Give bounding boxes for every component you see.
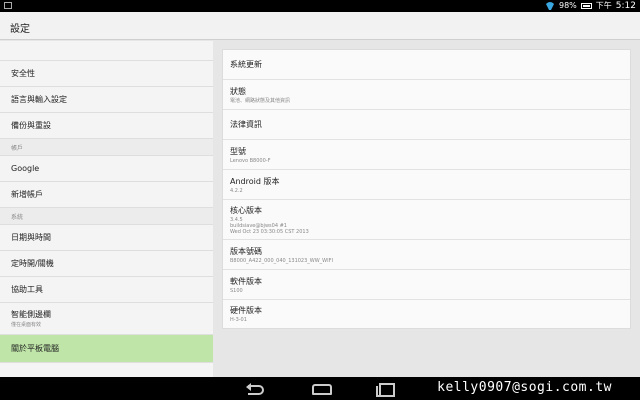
battery-percent: 98% [559,1,577,10]
item-summary: Lenovo B8000-F [230,157,271,164]
battery-icon [580,3,592,9]
about-item-hardware-version: 硬件版本 H-3-01 [223,300,630,328]
home-icon[interactable] [310,381,332,395]
about-item-software-version: 軟件版本 S100 [223,270,630,300]
wifi-icon [545,2,555,10]
item-label: Google [11,164,40,173]
item-summary: H-3-01 [230,317,247,323]
settings-item-partial[interactable] [0,41,213,61]
item-title: Android 版本 [230,176,280,186]
item-title: 軟件版本 [230,276,262,286]
item-label: 協助工具 [11,285,43,294]
settings-item-accessibility[interactable]: 協助工具 [0,277,213,303]
item-title: 硬件版本 [230,306,262,315]
item-title: 版本號碼 [230,246,262,256]
item-title: 型號 [230,146,246,156]
screenshot-notification-icon [4,2,12,9]
item-summary: S100 [230,287,243,294]
item-label: 智能側邊欄 [11,310,51,319]
settings-item-google[interactable]: Google [0,156,213,182]
about-tablet-panel: 系統更新 狀態 電池、網路狀態及其他資訊 法律資訊 型號 Lenovo B800… [222,49,631,329]
settings-item-smart-sidebar[interactable]: 智能側邊欄 僅在桌面有效 [0,303,213,335]
watermark: kelly0907@sogi.com.tw [437,380,612,395]
about-item-legal[interactable]: 法律資訊 [223,110,630,140]
settings-item-backup-reset[interactable]: 備份與重設 [0,113,213,139]
item-label: 日期與時間 [11,233,51,242]
item-sublabel: 僅在桌面有效 [11,322,42,328]
status-right: 98% 下午 5:12 [545,0,636,12]
item-title: 核心版本 [230,205,262,215]
section-header-accounts: 帳戶 [0,139,213,156]
clock: 5:12 [615,1,636,11]
settings-item-language-input[interactable]: 語言與輸入設定 [0,87,213,113]
about-item-status[interactable]: 狀態 電池、網路狀態及其他資訊 [223,80,630,110]
item-title: 法律資訊 [230,120,262,129]
item-label: 安全性 [11,69,35,78]
item-summary: 電池、網路狀態及其他資訊 [230,97,291,104]
item-title: 系統更新 [230,60,262,69]
about-item-build-number[interactable]: 版本號碼 B8000_A422_000_040_131023_WW_WIFI [223,240,630,270]
item-label: 關於平板電腦 [11,344,59,353]
about-item-android-version[interactable]: Android 版本 4.2.2 [223,170,630,200]
about-item-system-update[interactable]: 系統更新 [223,50,630,80]
item-label: 定時開/關機 [11,259,54,268]
action-bar: 設定 [0,12,640,40]
settings-item-security[interactable]: 安全性 [0,61,213,87]
item-summary: 4.2.2 [230,187,243,194]
status-bar: 98% 下午 5:12 [0,0,640,12]
settings-item-about-tablet[interactable]: 關於平板電腦 [0,335,213,363]
settings-list: 安全性 語言與輸入設定 備份與重設 帳戶 Google 新增帳戶 系統 日期與時… [0,41,213,377]
about-item-kernel-version: 核心版本 3.4.5 buildsiave@bjws04 #1 Wed Oct … [223,200,630,240]
settings-item-scheduled-power[interactable]: 定時開/關機 [0,251,213,277]
about-item-model: 型號 Lenovo B8000-F [223,140,630,170]
recent-apps-icon[interactable] [375,381,397,397]
kernel-line-3: Wed Oct 23 03:30:05 CST 2013 [230,228,309,235]
settings-item-date-time[interactable]: 日期與時間 [0,225,213,251]
item-label: 新增帳戶 [11,190,43,199]
item-label: 語言與輸入設定 [11,95,67,104]
section-header-system: 系統 [0,208,213,225]
time-ampm: 下午 [595,1,612,10]
item-title: 狀態 [230,86,246,96]
item-label: 備份與重設 [11,121,51,130]
item-summary: B8000_A422_000_040_131023_WW_WIFI [230,257,333,264]
page-title: 設定 [10,24,30,35]
settings-item-add-account[interactable]: 新增帳戶 [0,182,213,208]
back-icon[interactable] [245,381,267,395]
